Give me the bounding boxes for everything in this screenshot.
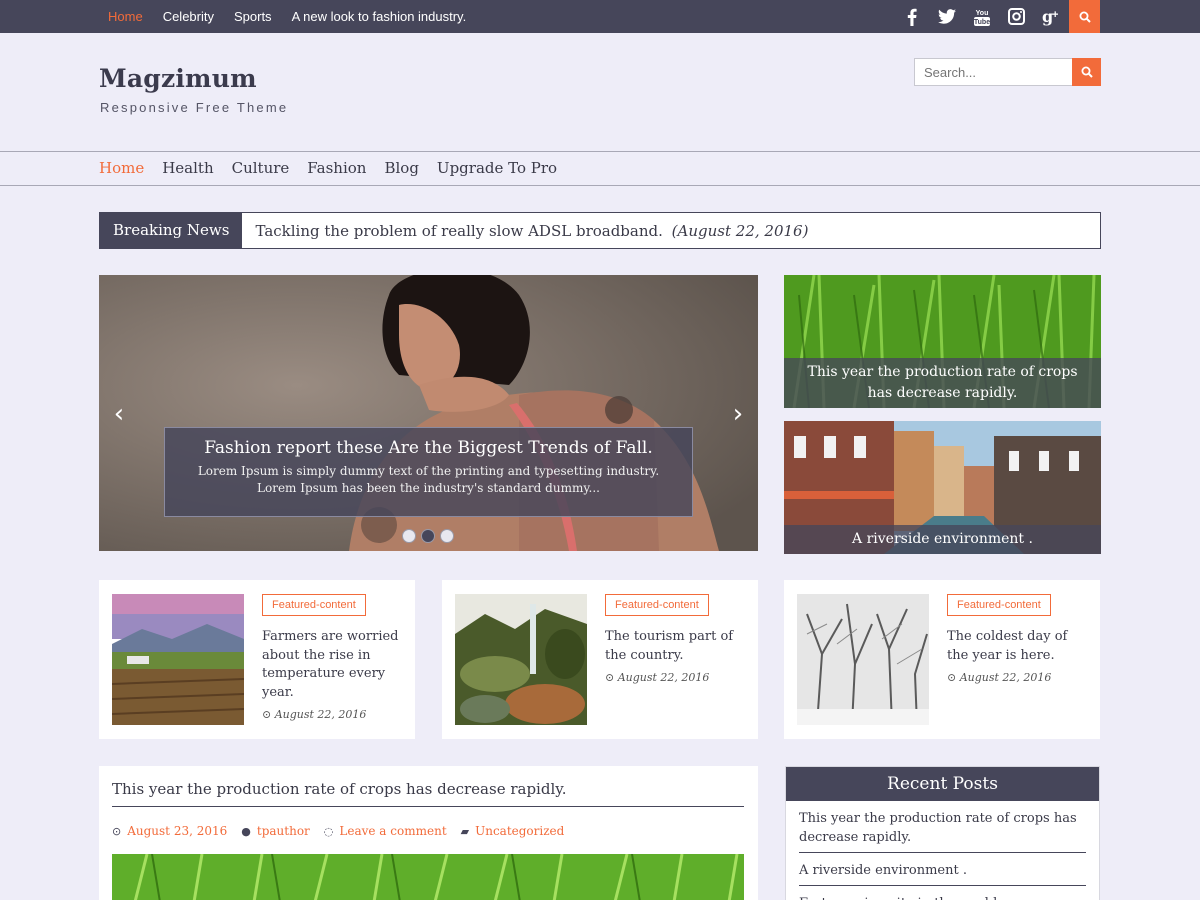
card-text: The coldest day of the year is here. ⊙ A… [947, 628, 1092, 688]
clock-icon: ⊙ [605, 671, 615, 684]
comment-icon: ◌ [323, 824, 334, 838]
svg-text:+: + [1052, 9, 1058, 21]
post-article: This year the production rate of crops h… [99, 766, 758, 900]
slider-prev-button[interactable]: ‹ [107, 399, 131, 429]
nav-item-culture[interactable]: Culture [232, 152, 290, 185]
post-author-meta[interactable]: ● tpauthor [241, 824, 310, 838]
post-meta: ⊙ August 23, 2016 ● tpauthor ◌ Leave a c… [112, 824, 578, 838]
topnav-item-celebrity[interactable]: Celebrity [153, 0, 224, 33]
clock-icon: ⊙ [947, 671, 957, 684]
card-date-row: ⊙ August 22, 2016 [262, 706, 407, 725]
breaking-news-label: Breaking News [100, 213, 243, 248]
post-comment-meta[interactable]: ◌ Leave a comment [324, 824, 447, 838]
youtube-icon[interactable]: You Tube [964, 0, 999, 33]
card-thumbnail[interactable] [112, 594, 244, 725]
slider-dot-active[interactable] [421, 529, 435, 543]
recent-posts-list: This year the production rate of crops h… [786, 801, 1099, 900]
card-thumbnail[interactable] [455, 594, 587, 725]
featured-card: Featured-content Farmers are worried abo… [99, 580, 415, 739]
social-links: You Tube g + [894, 0, 1100, 33]
recent-post-item[interactable]: Fast growing city in the world. [799, 886, 1086, 900]
featured-card: Featured-content The coldest day of the … [784, 580, 1100, 739]
card-title[interactable]: The tourism part of the country. [605, 628, 750, 665]
site-title[interactable]: Magzimum [99, 64, 257, 93]
recent-post-item[interactable]: This year the production rate of crops h… [799, 801, 1086, 853]
folder-icon: ▰ [460, 824, 470, 838]
search-form [914, 58, 1101, 86]
top-nav: Home Celebrity Sports A new look to fash… [98, 0, 476, 33]
nav-item-home[interactable]: Home [99, 152, 144, 185]
slider-description: Lorem Ipsum is simply dummy text of the … [197, 464, 660, 495]
post-author[interactable]: tpauthor [257, 824, 310, 838]
main-nav: Home Health Culture Fashion Blog Upgrade… [0, 151, 1200, 186]
card-date-row: ⊙ August 22, 2016 [605, 669, 750, 688]
search-button[interactable] [1072, 58, 1101, 86]
breaking-news-text[interactable]: Tackling the problem of really slow ADSL… [255, 222, 662, 240]
card-date: August 22, 2016 [274, 708, 367, 721]
search-icon[interactable] [1069, 0, 1100, 33]
slider-title[interactable]: Fashion report these Are the Biggest Tre… [165, 438, 692, 458]
card-title[interactable]: Farmers are worried about the rise in te… [262, 628, 407, 702]
nav-item-health[interactable]: Health [162, 152, 213, 185]
topnav-item-home[interactable]: Home [98, 0, 153, 33]
clock-icon: ⊙ [262, 708, 272, 721]
post-title[interactable]: This year the production rate of crops h… [112, 780, 744, 807]
side-feature-riverside[interactable]: A riverside environment . [784, 421, 1101, 554]
card-tag[interactable]: Featured-content [947, 594, 1051, 616]
search-input[interactable] [915, 59, 1072, 85]
card-thumbnail[interactable] [797, 594, 929, 725]
post-category-meta[interactable]: ▰ Uncategorized [461, 824, 565, 838]
card-title[interactable]: The coldest day of the year is here. [947, 628, 1092, 665]
post-image[interactable] [112, 854, 744, 900]
side-feature-riverside-title[interactable]: A riverside environment . [784, 525, 1101, 554]
clock-icon: ⊙ [112, 824, 122, 838]
twitter-icon[interactable] [929, 0, 964, 33]
slider-caption: Fashion report these Are the Biggest Tre… [164, 427, 693, 517]
nav-item-fashion[interactable]: Fashion [307, 152, 366, 185]
breaking-news-headline[interactable]: Tackling the problem of really slow ADSL… [242, 222, 808, 240]
search-icon [1081, 66, 1093, 78]
slider-pagination [402, 529, 459, 543]
nav-item-upgrade[interactable]: Upgrade To Pro [437, 152, 557, 185]
slider-dot[interactable] [440, 529, 454, 543]
card-text: Farmers are worried about the rise in te… [262, 628, 407, 725]
tourism-image [455, 594, 587, 725]
crops-image [112, 854, 744, 900]
farm-image [112, 594, 244, 725]
topnav-item-fashion-industry[interactable]: A new look to fashion industry. [282, 0, 477, 33]
card-tag[interactable]: Featured-content [262, 594, 366, 616]
nav-item-blog[interactable]: Blog [384, 152, 418, 185]
card-date: August 22, 2016 [959, 671, 1052, 684]
top-bar: Home Celebrity Sports A new look to fash… [0, 0, 1200, 33]
slider-dot[interactable] [402, 529, 416, 543]
breaking-news-bar: Breaking News Tackling the problem of re… [99, 212, 1101, 249]
featured-card: Featured-content The tourism part of the… [442, 580, 758, 739]
breaking-news-date: (August 22, 2016) [671, 221, 809, 240]
post-comment-link[interactable]: Leave a comment [339, 824, 446, 838]
recent-post-item[interactable]: A riverside environment . [799, 853, 1086, 886]
facebook-icon[interactable] [894, 0, 929, 33]
featured-slider[interactable]: ‹ › Fashion report these Are the Biggest… [99, 275, 758, 551]
recent-posts-heading: Recent Posts [786, 767, 1099, 801]
card-date: August 22, 2016 [617, 671, 710, 684]
recent-posts-widget: Recent Posts This year the production ra… [785, 766, 1100, 900]
post-date[interactable]: August 23, 2016 [127, 824, 227, 838]
svg-text:Tube: Tube [973, 19, 989, 26]
svg-text:You: You [975, 10, 988, 17]
user-icon: ● [241, 824, 251, 838]
card-text: The tourism part of the country. ⊙ Augus… [605, 628, 750, 688]
google-plus-icon[interactable]: g + [1034, 0, 1069, 33]
slider-next-button[interactable]: › [726, 399, 750, 429]
side-feature-crops[interactable]: This year the production rate of crops h… [784, 275, 1101, 408]
snow-image [797, 594, 929, 725]
instagram-icon[interactable] [999, 0, 1034, 33]
post-category[interactable]: Uncategorized [475, 824, 564, 838]
site-description: Responsive Free Theme [100, 100, 289, 115]
side-feature-crops-title[interactable]: This year the production rate of crops h… [784, 358, 1101, 408]
post-date-meta[interactable]: ⊙ August 23, 2016 [112, 824, 227, 838]
topnav-item-sports[interactable]: Sports [224, 0, 282, 33]
card-date-row: ⊙ August 22, 2016 [947, 669, 1092, 688]
card-tag[interactable]: Featured-content [605, 594, 709, 616]
